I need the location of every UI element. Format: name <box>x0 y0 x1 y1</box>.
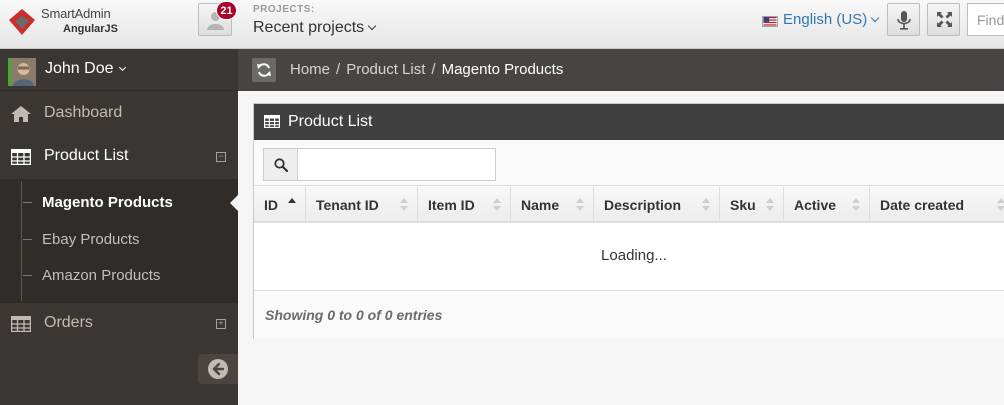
breadcrumb-separator: / <box>336 61 341 78</box>
home-icon <box>11 106 31 122</box>
column-header-item-id[interactable]: Item ID <box>418 187 511 223</box>
refresh-button[interactable] <box>252 58 276 82</box>
column-header-label: Date created <box>880 197 965 213</box>
sidebar-subitem-ebay-products[interactable]: Ebay Products <box>0 222 238 258</box>
tree-dash <box>23 275 32 276</box>
voice-command-button[interactable] <box>887 3 920 36</box>
breadcrumb-separator: / <box>431 61 436 78</box>
product-list-widget: Product List ID Tenant ID Item ID Name D… <box>253 103 1004 339</box>
breadcrumb-product-list[interactable]: Product List <box>346 61 425 78</box>
column-header-name[interactable]: Name <box>511 187 594 223</box>
table-toolbar <box>254 140 1004 186</box>
logo-icon <box>9 9 35 35</box>
sort-asc-icon <box>287 198 297 212</box>
table-info: Showing 0 to 0 of 0 entries <box>265 307 443 323</box>
projects-dropdown-value: Recent projects <box>253 19 365 36</box>
table-search <box>263 148 496 181</box>
expand-icon[interactable]: + <box>216 319 226 329</box>
sidebar-item-label: Orders <box>44 314 93 331</box>
sort-icon <box>765 198 775 212</box>
main-content: Product List ID Tenant ID Item ID Name D… <box>238 91 1004 405</box>
expand-icon <box>937 12 952 27</box>
logo-title: SmartAdmin <box>41 6 111 21</box>
widget-title: Product List <box>288 113 373 130</box>
tree-line <box>21 181 22 301</box>
sidebar-item-dashboard[interactable]: Dashboard <box>0 96 238 133</box>
sidebar-item-orders[interactable]: Orders + <box>0 306 238 343</box>
breadcrumb: Home / Product List / Magento Products <box>290 61 563 78</box>
column-header-active[interactable]: Active <box>784 187 870 223</box>
column-header-date-created[interactable]: Date created <box>870 187 1004 223</box>
sidebar-subitem-amazon-products[interactable]: Amazon Products <box>0 258 238 294</box>
column-header-label: Item ID <box>428 197 475 213</box>
column-header-description[interactable]: Description <box>594 187 720 223</box>
logo[interactable]: SmartAdmin AngularJS <box>8 6 128 42</box>
chevron-down-icon <box>870 13 880 23</box>
table-icon <box>264 115 280 128</box>
user-info[interactable]: John Doe <box>0 49 238 91</box>
sidebar-item-label: Dashboard <box>44 104 123 121</box>
sidebar-item-product-list[interactable]: Product List − <box>0 139 238 176</box>
language-selector[interactable]: English (US) <box>783 11 880 28</box>
user-name: John Doe <box>45 60 126 78</box>
sort-icon <box>701 198 711 212</box>
column-header-label: Sku <box>730 197 756 213</box>
arrow-left-circle-icon <box>208 359 228 379</box>
sidebar-item-label: Product List <box>44 147 129 164</box>
column-header-label: Description <box>604 197 682 213</box>
refresh-icon <box>257 63 271 77</box>
sort-icon <box>575 198 585 212</box>
left-sidebar: John Doe Dashboard Product List − Magent… <box>0 49 238 405</box>
projects-label: PROJECTS: <box>253 4 315 15</box>
table-icon <box>11 149 31 165</box>
sidebar-subitem-magento-products[interactable]: Magento Products <box>0 185 238 221</box>
minify-sidebar-button[interactable] <box>198 354 238 384</box>
widget-header: Product List <box>254 104 1004 140</box>
column-header-tenant-id[interactable]: Tenant ID <box>306 187 418 223</box>
search-icon <box>274 158 288 172</box>
language-label: English (US) <box>783 11 868 28</box>
column-header-id[interactable]: ID <box>254 187 306 223</box>
sidebar-subitem-label: Magento Products <box>42 194 173 211</box>
table-footer: Showing 0 to 0 of 0 entries <box>254 292 1004 339</box>
activity-count-badge: 21 <box>216 1 237 20</box>
fullscreen-button[interactable] <box>927 3 960 36</box>
search-input[interactable] <box>297 148 496 181</box>
us-flag-icon <box>762 16 778 27</box>
ribbon: Home / Product List / Magento Products <box>238 49 1004 91</box>
breadcrumb-home[interactable]: Home <box>290 61 330 78</box>
sort-icon <box>492 198 502 212</box>
microphone-icon <box>897 11 911 30</box>
loading-indicator: Loading... <box>601 247 667 264</box>
header-search-input[interactable]: Find <box>967 3 1004 36</box>
projects-dropdown[interactable]: Recent projects <box>253 19 377 37</box>
sidebar-subitem-label: Ebay Products <box>42 231 140 248</box>
search-addon <box>263 148 298 181</box>
sort-icon <box>399 198 409 212</box>
breadcrumb-current: Magento Products <box>441 61 564 78</box>
tree-dash <box>23 202 32 203</box>
column-header-label: Active <box>794 197 837 213</box>
top-header: SmartAdmin AngularJS 21 PROJECTS: Recent… <box>0 0 1004 49</box>
avatar <box>8 58 36 86</box>
tree-dash <box>23 239 32 240</box>
chevron-down-icon <box>118 63 126 72</box>
column-header-sku[interactable]: Sku <box>720 187 784 223</box>
product-list-submenu: Magento Products Ebay Products Amazon Pr… <box>0 179 238 303</box>
active-caret-icon <box>230 195 238 211</box>
table-header: ID Tenant ID Item ID Name Description Sk… <box>254 187 1004 223</box>
column-header-label: Tenant ID <box>316 197 379 213</box>
collapse-icon[interactable]: − <box>216 152 226 162</box>
sort-icon <box>996 198 1004 212</box>
table-icon <box>11 316 31 332</box>
logo-subtitle: AngularJS <box>63 23 119 35</box>
chevron-down-icon <box>367 21 377 31</box>
column-header-label: ID <box>264 197 278 213</box>
table-row: Loading... <box>254 225 1004 291</box>
sidebar-subitem-label: Amazon Products <box>42 267 161 284</box>
sort-icon <box>851 198 861 212</box>
column-header-label: Name <box>521 197 560 213</box>
